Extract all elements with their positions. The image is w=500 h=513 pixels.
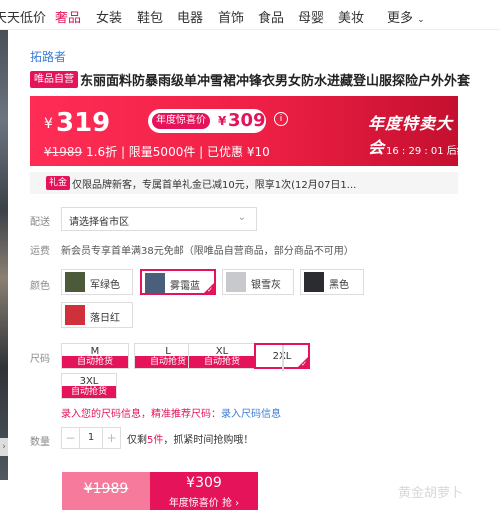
nav-item-baby[interactable]: 母婴	[298, 7, 324, 26]
size-info-text: 录入您的尺码信息，精准推荐尺码：	[61, 409, 221, 420]
size-label: 尺码	[30, 354, 50, 365]
stock-suffix: ，抓紧时间抢购哦！	[163, 435, 254, 446]
quantity-label: 数量	[30, 437, 50, 448]
nav-item-luxury[interactable]: 奢品	[55, 7, 81, 26]
price-currency: ¥	[44, 116, 53, 132]
surprise-price-tag: 年度惊喜价 ¥ 309	[148, 109, 266, 133]
color-swatch	[65, 305, 85, 325]
discount-rate: 1.6折	[86, 145, 118, 159]
saved-amount: 已优惠 ¥10	[207, 145, 270, 159]
size-option-flag: 自动抢货	[62, 356, 128, 368]
nav-item-jewelry[interactable]: 首饰	[218, 7, 244, 26]
color-swatch	[145, 273, 165, 293]
surprise-price-value: 309	[228, 110, 266, 131]
size-option-flag: 自动抢货	[189, 356, 255, 368]
surprise-price-label: 年度惊喜价	[152, 113, 210, 129]
nav-item-more[interactable]: 更多 ⌄	[387, 7, 425, 26]
original-price: ¥1989	[44, 145, 83, 159]
stock-prefix: 仅剩	[127, 435, 147, 446]
price-subline: ¥1989 1.6折 | 限量5000件 | 已优惠 ¥10	[44, 143, 270, 160]
size-option-flag: 自动抢货	[62, 386, 116, 398]
checkmark-icon: ✓	[301, 360, 307, 368]
gift-tag: 礼金	[46, 176, 71, 190]
buy-deal-price: ¥309	[186, 475, 222, 491]
buy-deal-button[interactable]: ¥309 年度惊喜价 抢 ›	[150, 472, 258, 510]
quantity-plus-button[interactable]: +	[102, 428, 120, 448]
surprise-price-currency: ¥	[218, 114, 227, 128]
category-nav: 天天低价 奢品 女装 鞋包 电器 首饰 食品 母婴 美妆 更多 ⌄	[0, 0, 500, 30]
size-option-2xl[interactable]: 2XL ✓	[254, 343, 310, 371]
color-option-black[interactable]: 黑色	[300, 269, 364, 295]
color-label: 颜色	[30, 281, 50, 292]
thumbnail-scroll-arrow-icon[interactable]: ›	[0, 438, 8, 456]
color-option-army-green[interactable]: 军绿色	[61, 269, 133, 295]
product-thumbnail-strip[interactable]	[0, 30, 8, 480]
color-swatch	[304, 272, 324, 292]
color-option-haze-blue[interactable]: 雾霭蓝 ✓	[140, 269, 216, 295]
nav-item-appliances[interactable]: 电器	[177, 7, 203, 26]
delivery-label: 配送	[30, 217, 50, 228]
color-option-label: 黑色	[329, 280, 349, 291]
chevron-down-icon: ⌄	[417, 15, 425, 25]
checkmark-icon: ✓	[207, 286, 213, 294]
quantity-stepper: − 1 +	[61, 427, 121, 449]
size-info-link[interactable]: 录入尺码信息	[221, 409, 281, 420]
gift-bar: 礼金 仅限品牌新客，专属首单礼金已减10元，限享1次(12月07日1...	[30, 172, 458, 194]
size-option-xl[interactable]: XL 自动抢货	[188, 343, 256, 369]
color-option-sunset-red[interactable]: 落日红	[61, 302, 133, 328]
color-option-label: 落日红	[90, 313, 120, 324]
watermark: 黄金胡萝卜	[398, 486, 464, 501]
size-info-prompt: 录入您的尺码信息，精准推荐尺码：录入尺码信息	[61, 405, 281, 420]
freight-label: 运费	[30, 246, 50, 257]
limited-quantity: 限量5000件	[128, 145, 196, 159]
current-price: 319	[56, 108, 111, 138]
price-info-icon[interactable]: i	[274, 112, 288, 126]
color-option-silver-grey[interactable]: 银雪灰	[222, 269, 294, 295]
region-select-value: 请选择省市区	[69, 217, 129, 228]
size-option-m[interactable]: M 自动抢货	[61, 343, 129, 369]
nav-item-daily-deals[interactable]: 天天低价	[0, 7, 46, 26]
stock-notice: 仅剩5件，抓紧时间抢购哦！	[127, 431, 253, 446]
buy-deal-label: 年度惊喜价 抢 ›	[168, 498, 240, 509]
color-swatch	[65, 272, 85, 292]
color-option-label: 雾霭蓝	[170, 281, 200, 292]
color-option-label: 银雪灰	[251, 280, 281, 291]
countdown-timer: 16 : 29 : 01 后结束	[386, 146, 458, 157]
promo-banner: ¥ 319 年度惊喜价 ¥ 309 i ¥1989 1.6折 | 限量5000件…	[30, 96, 458, 166]
nav-item-womenswear[interactable]: 女装	[96, 7, 122, 26]
subline-divider: |	[120, 145, 129, 159]
stock-count: 5件	[147, 435, 164, 446]
size-option-3xl[interactable]: 3XL 自动抢货	[61, 373, 117, 399]
region-select[interactable]: 请选择省市区 ⌄	[61, 207, 257, 231]
gift-text: 仅限品牌新客，专属首单礼金已减10元，限享1次(12月07日1...	[72, 180, 357, 191]
quantity-value[interactable]: 1	[80, 432, 102, 443]
color-swatch	[226, 272, 246, 292]
subline-divider: |	[199, 145, 208, 159]
nav-item-food[interactable]: 食品	[258, 7, 284, 26]
buy-original-price-button[interactable]: ¥1989	[62, 472, 150, 510]
product-title: 东丽面料防暴雨级单冲雪裙冲锋衣男女防水进藏登山服探险户外外套	[80, 74, 471, 89]
buy-original-price: ¥1989	[83, 481, 129, 497]
color-option-label: 军绿色	[90, 280, 120, 291]
freight-text: 新会员专享首单满38元免邮（限唯品自营商品，部分商品不可用）	[61, 246, 354, 257]
nav-more-label: 更多	[387, 11, 414, 26]
nav-item-shoes-bags[interactable]: 鞋包	[137, 7, 163, 26]
brand-link[interactable]: 拓路者	[30, 48, 66, 65]
nav-item-beauty[interactable]: 美妆	[338, 7, 364, 26]
self-operated-badge: 唯品自营	[30, 71, 78, 88]
chevron-down-icon: ⌄	[237, 212, 246, 223]
quantity-minus-button[interactable]: −	[62, 428, 80, 448]
